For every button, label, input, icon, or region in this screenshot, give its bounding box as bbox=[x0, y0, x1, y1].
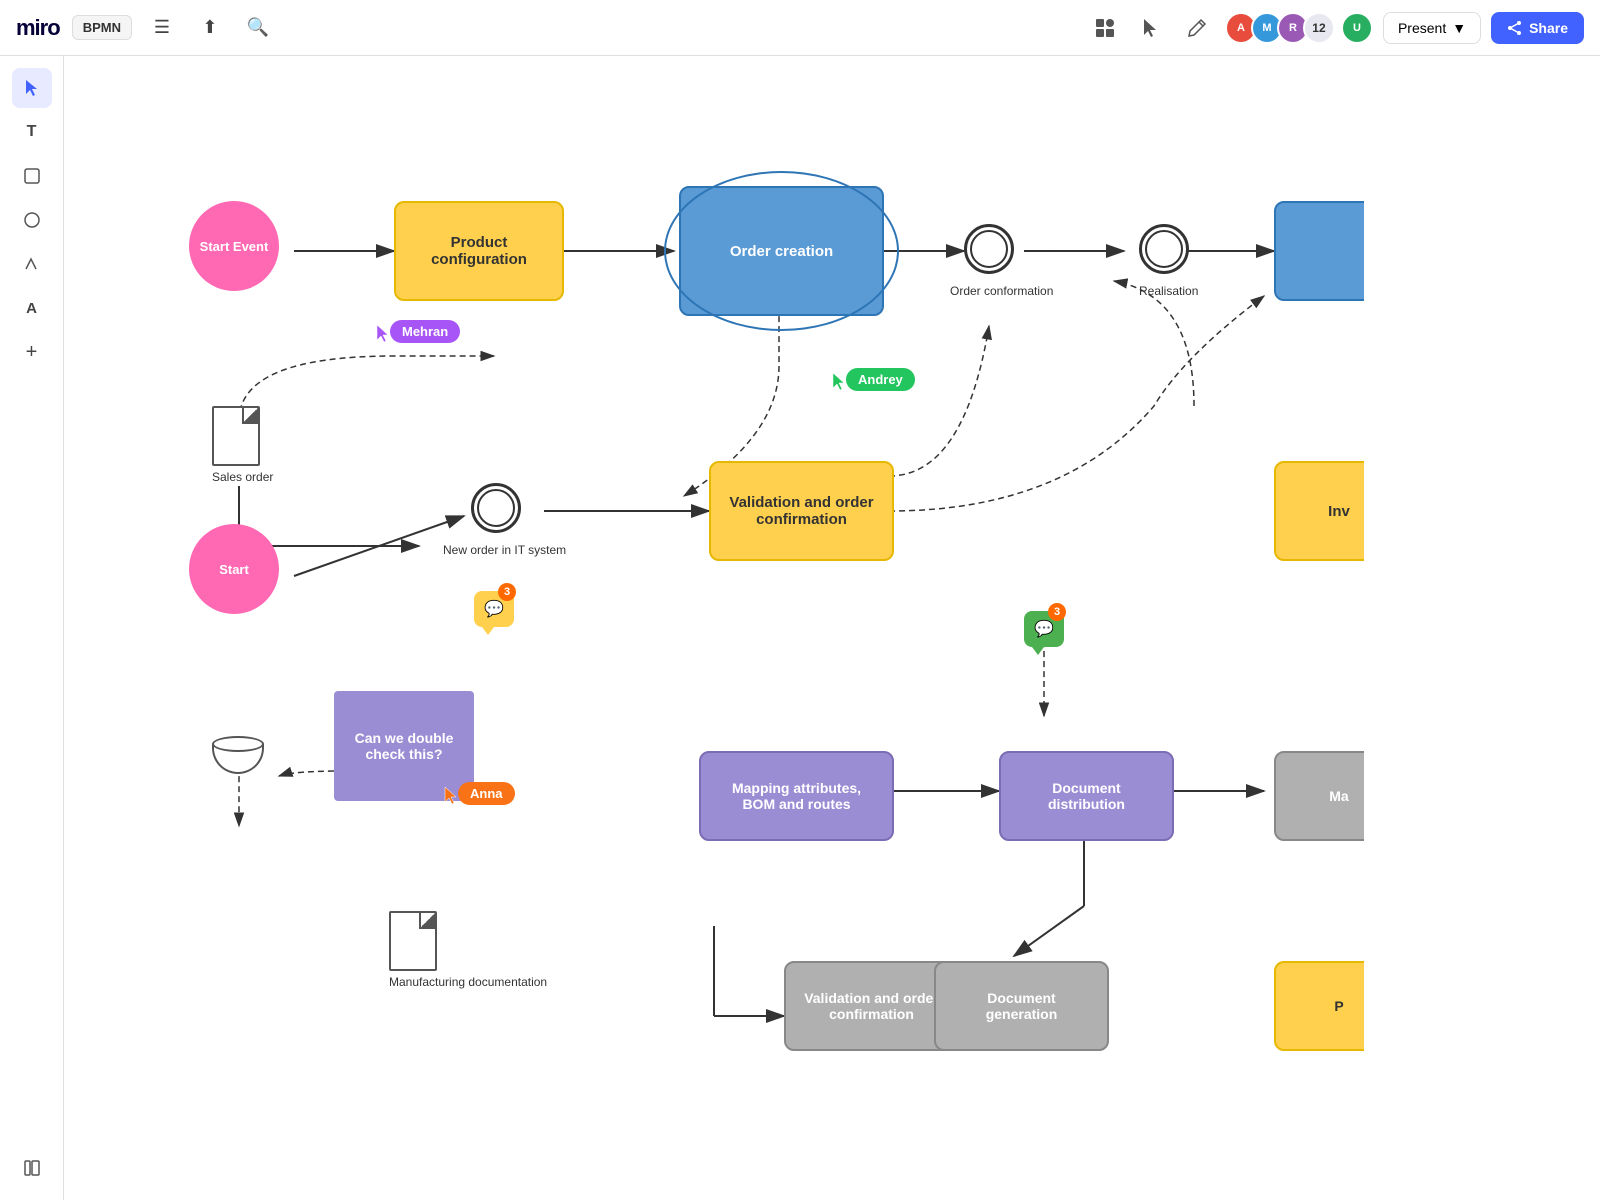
canvas[interactable]: Start Event Product configuration Order … bbox=[64, 56, 1600, 1200]
product-config-node[interactable]: Product configuration bbox=[394, 201, 564, 301]
realisation-node[interactable]: Realisation bbox=[1139, 224, 1189, 274]
blue-partial-node[interactable] bbox=[1274, 201, 1364, 301]
start-event-shape: Start Event bbox=[189, 201, 279, 291]
new-order-shape bbox=[471, 483, 521, 533]
chat-count-1: 3 bbox=[498, 583, 516, 601]
mehran-label: Mehran bbox=[390, 320, 460, 343]
doc-generation-shape: Document generation bbox=[934, 961, 1109, 1051]
export-icon[interactable]: ⬆ bbox=[192, 10, 228, 46]
order-creation-node[interactable]: Order creation bbox=[679, 186, 884, 316]
database-icon bbox=[212, 736, 264, 780]
board-name-badge[interactable]: BPMN bbox=[72, 15, 132, 40]
chat-count-2: 3 bbox=[1048, 603, 1066, 621]
blue-partial-shape bbox=[1274, 201, 1364, 301]
left-sidebar: T A + bbox=[0, 56, 64, 1200]
order-conformation-shape bbox=[964, 224, 1014, 274]
ma-partial-shape: Ma bbox=[1274, 751, 1364, 841]
anna-label: Anna bbox=[458, 782, 515, 805]
panel-tool-button[interactable] bbox=[12, 1148, 52, 1188]
select-tool-button[interactable] bbox=[12, 68, 52, 108]
add-tool-button[interactable]: + bbox=[12, 332, 52, 372]
pen-tool-button[interactable] bbox=[12, 244, 52, 284]
anna-cursor: Anna bbox=[442, 786, 460, 806]
realisation-label: Realisation bbox=[1139, 284, 1198, 298]
order-conformation-label: Order conformation bbox=[950, 284, 1053, 298]
doc-distribution-shape: Document distribution bbox=[999, 751, 1174, 841]
pen-icon[interactable] bbox=[1179, 10, 1215, 46]
manufacturing-doc-label: Manufacturing documentation bbox=[389, 975, 547, 989]
sales-order-icon bbox=[212, 406, 260, 466]
sticky-note-shape: Can we double check this? bbox=[334, 691, 474, 801]
order-creation-shape: Order creation bbox=[679, 186, 884, 316]
mapping-node[interactable]: Mapping attributes, BOM and routes bbox=[699, 751, 894, 841]
avatar: U bbox=[1341, 12, 1373, 44]
sticky-note-node[interactable]: Can we double check this? bbox=[334, 691, 474, 801]
new-order-node[interactable]: New order in IT system bbox=[471, 483, 521, 533]
p-partial-shape: P bbox=[1274, 961, 1364, 1051]
start-event-node[interactable]: Start Event bbox=[189, 201, 279, 291]
ma-partial-node[interactable]: Ma bbox=[1274, 751, 1364, 841]
avatar-count[interactable]: 12 bbox=[1303, 12, 1335, 44]
validation-bottom-node[interactable]: Validation and order confirmation bbox=[784, 961, 959, 1051]
shapes-icon[interactable] bbox=[1087, 10, 1123, 46]
mehran-cursor: Mehran bbox=[374, 324, 392, 344]
sales-order-label: Sales order bbox=[212, 470, 273, 484]
present-button[interactable]: Present ▼ bbox=[1383, 12, 1481, 44]
andrey-label: Andrey bbox=[846, 368, 915, 391]
cursor-icon[interactable] bbox=[1133, 10, 1169, 46]
realisation-shape bbox=[1139, 224, 1189, 274]
manufacturing-doc-node[interactable]: Manufacturing documentation bbox=[389, 911, 547, 989]
topbar-right: A M R 12 U Present ▼ Share bbox=[1087, 10, 1584, 46]
doc-distribution-node[interactable]: Document distribution bbox=[999, 751, 1174, 841]
new-order-label: New order in IT system bbox=[443, 543, 553, 557]
manufacturing-doc-icon bbox=[389, 911, 437, 971]
product-config-shape: Product configuration bbox=[394, 201, 564, 301]
miro-logo: miro bbox=[16, 15, 60, 41]
avatar-group[interactable]: A M R 12 U bbox=[1225, 12, 1373, 44]
doc-generation-node[interactable]: Document generation bbox=[934, 961, 1109, 1051]
search-icon[interactable]: 🔍 bbox=[240, 10, 276, 46]
database-node[interactable] bbox=[212, 736, 264, 780]
topbar: miro BPMN ☰ ⬆ 🔍 A M R 12 U Present ▼ Sha… bbox=[0, 0, 1600, 56]
start2-shape: Start bbox=[189, 524, 279, 614]
andrey-cursor: Andrey bbox=[830, 372, 848, 392]
validation-node[interactable]: Validation and order confirmation bbox=[709, 461, 894, 561]
inv-partial-shape: Inv bbox=[1274, 461, 1364, 561]
order-conformation-node[interactable]: Order conformation bbox=[964, 224, 1014, 274]
text-tool-button[interactable]: T bbox=[12, 112, 52, 152]
sales-order-node[interactable]: Sales order bbox=[212, 406, 273, 484]
start2-node[interactable]: Start bbox=[189, 524, 279, 614]
marker-tool-button[interactable]: A bbox=[12, 288, 52, 328]
sticky-tool-button[interactable] bbox=[12, 156, 52, 196]
share-button[interactable]: Share bbox=[1491, 12, 1584, 44]
validation-shape: Validation and order confirmation bbox=[709, 461, 894, 561]
inv-partial-node[interactable]: Inv bbox=[1274, 461, 1364, 561]
p-partial-node[interactable]: P bbox=[1274, 961, 1364, 1051]
menu-icon[interactable]: ☰ bbox=[144, 10, 180, 46]
shape-tool-button[interactable] bbox=[12, 200, 52, 240]
mapping-shape: Mapping attributes, BOM and routes bbox=[699, 751, 894, 841]
validation-bottom-shape: Validation and order confirmation bbox=[784, 961, 959, 1051]
